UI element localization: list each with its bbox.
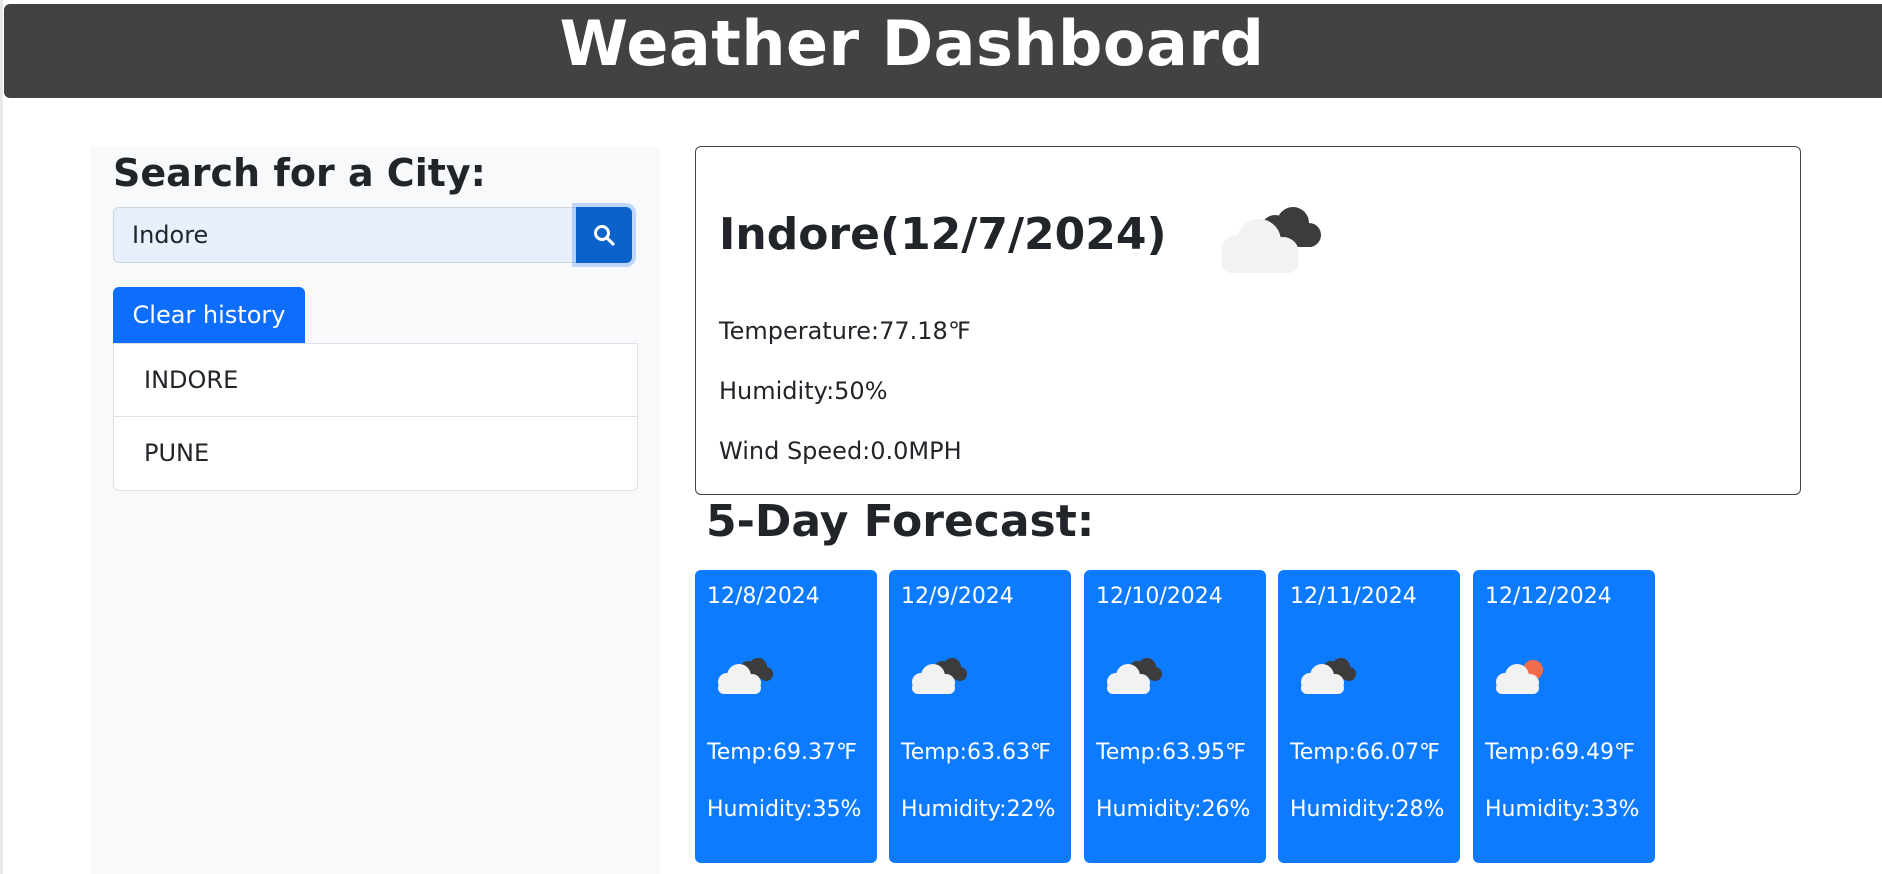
search-sidebar: Search for a City: Clear history INDORE … bbox=[91, 146, 660, 874]
current-wind-speed: Wind Speed:0.0MPH bbox=[719, 437, 962, 465]
search-icon bbox=[594, 225, 615, 246]
forecast-humidity: Humidity:28% bbox=[1290, 797, 1445, 822]
forecast-card: 12/8/2024 Temp:69.37℉ Humidity:35% bbox=[695, 570, 877, 863]
forecast-date: 12/12/2024 bbox=[1485, 584, 1612, 609]
sun-cloud-icon bbox=[1496, 660, 1543, 694]
forecast-humidity: Humidity:33% bbox=[1485, 797, 1640, 822]
forecast-card: 12/10/2024 Temp:63.95℉ Humidity:26% bbox=[1084, 570, 1266, 863]
cloud-icon bbox=[1301, 658, 1356, 694]
page-title: Weather Dashboard bbox=[559, 7, 1265, 80]
cloud-icon bbox=[718, 658, 773, 694]
forecast-temp: Temp:66.07℉ bbox=[1290, 740, 1440, 765]
forecast-temp: Temp:69.37℉ bbox=[707, 740, 857, 765]
forecast-heading: 5-Day Forecast: bbox=[706, 496, 1095, 547]
forecast-humidity: Humidity:35% bbox=[707, 797, 862, 822]
history-item-pune[interactable]: PUNE bbox=[114, 417, 637, 490]
forecast-date: 12/9/2024 bbox=[901, 584, 1014, 609]
clear-history-button[interactable]: Clear history bbox=[113, 287, 305, 343]
forecast-temp: Temp:63.63℉ bbox=[901, 740, 1051, 765]
history-item-indore[interactable]: INDORE bbox=[114, 344, 637, 417]
forecast-card: 12/12/2024 Temp:69.49℉ Humidity:33% bbox=[1473, 570, 1655, 863]
city-search-input[interactable] bbox=[113, 207, 576, 263]
forecast-date: 12/10/2024 bbox=[1096, 584, 1223, 609]
cloud-icon bbox=[1221, 207, 1321, 273]
forecast-date: 12/8/2024 bbox=[707, 584, 820, 609]
cloud-icon bbox=[1107, 658, 1162, 694]
forecast-temp: Temp:69.49℉ bbox=[1485, 740, 1635, 765]
forecast-temp: Temp:63.95℉ bbox=[1096, 740, 1246, 765]
current-city-title: Indore(12/7/2024) bbox=[719, 209, 1167, 260]
cloud-icon bbox=[912, 658, 967, 694]
current-weather-card: Indore(12/7/2024) Temperature:77.18℉ Hum… bbox=[695, 146, 1801, 495]
search-button[interactable] bbox=[576, 207, 632, 263]
current-temperature: Temperature:77.18℉ bbox=[719, 317, 971, 345]
search-history-list: INDORE PUNE bbox=[113, 343, 638, 491]
forecast-humidity: Humidity:26% bbox=[1096, 797, 1251, 822]
page-header: Weather Dashboard bbox=[4, 4, 1882, 98]
current-humidity: Humidity:50% bbox=[719, 377, 888, 405]
search-heading: Search for a City: bbox=[113, 151, 486, 195]
forecast-humidity: Humidity:22% bbox=[901, 797, 1056, 822]
forecast-date: 12/11/2024 bbox=[1290, 584, 1417, 609]
forecast-card: 12/9/2024 Temp:63.63℉ Humidity:22% bbox=[889, 570, 1071, 863]
forecast-card: 12/11/2024 Temp:66.07℉ Humidity:28% bbox=[1278, 570, 1460, 863]
